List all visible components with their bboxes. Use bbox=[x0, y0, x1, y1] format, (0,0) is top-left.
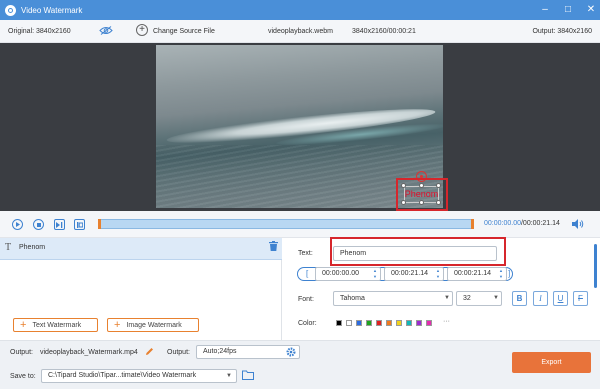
output-resolution: Output: 3840x2160 bbox=[532, 27, 592, 35]
source-meta: 3840x2160/00:00:21 bbox=[352, 27, 416, 35]
add-icon[interactable]: + bbox=[136, 24, 148, 36]
chevron-down-icon: ▼ bbox=[226, 373, 232, 379]
color-swatch[interactable] bbox=[396, 320, 402, 326]
export-button[interactable]: Export bbox=[512, 352, 591, 373]
color-label: Color: bbox=[298, 320, 317, 327]
minimize-button[interactable]: – bbox=[540, 5, 550, 15]
play-button[interactable] bbox=[12, 219, 23, 230]
text-label: Text: bbox=[298, 250, 313, 257]
end-time-spinner[interactable]: ▲ ▼ bbox=[498, 268, 504, 280]
color-swatch[interactable] bbox=[416, 320, 422, 326]
timecode: 00:00:00.00/00:00:21.14 bbox=[484, 219, 560, 229]
stop-button[interactable] bbox=[33, 219, 44, 230]
preview-area bbox=[0, 43, 600, 211]
info-bar: Original: 3840x2160 + Change Source File… bbox=[0, 20, 600, 43]
add-text-watermark-button[interactable]: + Text Watermark bbox=[13, 318, 98, 332]
save-to-label: Save to: bbox=[10, 373, 36, 380]
plus-icon: + bbox=[20, 318, 27, 331]
bold-button[interactable]: B bbox=[512, 291, 527, 306]
start-time-spinner[interactable]: ▲ ▼ bbox=[372, 268, 378, 280]
add-text-watermark-label: Text Watermark bbox=[32, 321, 82, 329]
gear-icon[interactable] bbox=[286, 347, 296, 357]
change-source-file-button[interactable]: Change Source File bbox=[153, 28, 215, 35]
maximize-button[interactable]: □ bbox=[563, 5, 573, 15]
color-swatch[interactable] bbox=[366, 320, 372, 326]
chevron-down-icon: ▼ bbox=[444, 295, 450, 301]
color-swatch[interactable] bbox=[426, 320, 432, 326]
font-label: Font: bbox=[298, 296, 314, 303]
edit-pencil-icon[interactable] bbox=[145, 347, 154, 356]
set-end-icon bbox=[76, 221, 83, 228]
clip-end-button[interactable] bbox=[74, 219, 85, 230]
watermark-list-panel: T Phenom + Text Watermark + Image Waterm… bbox=[0, 238, 282, 340]
source-filename: videoplayback.webm bbox=[268, 27, 333, 35]
color-swatch[interactable] bbox=[386, 320, 392, 326]
eye-icon[interactable] bbox=[99, 26, 113, 35]
highlight-box bbox=[330, 237, 506, 266]
color-swatch[interactable] bbox=[336, 320, 342, 326]
color-swatch[interactable] bbox=[406, 320, 412, 326]
scrollbar[interactable] bbox=[594, 244, 597, 288]
folder-icon[interactable] bbox=[242, 370, 254, 380]
title-bar: Video Watermark – □ ✕ bbox=[0, 0, 600, 20]
list-item[interactable]: T Phenom bbox=[0, 238, 282, 260]
text-type-icon: T bbox=[5, 242, 12, 253]
duration-spinner[interactable]: ▲ ▼ bbox=[435, 268, 441, 280]
output-filename: videoplayback_Watermark.mp4 bbox=[40, 349, 138, 356]
range-end-bracket: ] bbox=[508, 269, 511, 278]
underline-button[interactable]: U bbox=[553, 291, 568, 306]
more-colors-button[interactable]: ··· bbox=[443, 318, 450, 325]
set-start-icon bbox=[56, 221, 63, 228]
color-swatch[interactable] bbox=[346, 320, 352, 326]
color-swatch[interactable] bbox=[376, 320, 382, 326]
chevron-down-icon: ▼ bbox=[493, 295, 499, 301]
stop-icon bbox=[36, 222, 41, 227]
trim-end-handle[interactable] bbox=[471, 219, 474, 229]
output-label: Output: bbox=[10, 349, 33, 356]
volume-icon[interactable] bbox=[572, 219, 584, 229]
output-format-field: Auto;24fps bbox=[196, 345, 300, 359]
original-resolution: Original: 3840x2160 bbox=[8, 27, 71, 35]
save-path-select[interactable]: C:\Tipard Studio\Tipar...timate\Video Wa… bbox=[41, 369, 237, 383]
font-select[interactable]: Tahoma bbox=[333, 291, 453, 306]
playback-bar: 00:00:00.00/00:00:21.14 bbox=[0, 211, 600, 238]
clip-start-button[interactable] bbox=[54, 219, 65, 230]
italic-button[interactable]: I bbox=[533, 291, 548, 306]
app-logo-icon bbox=[5, 4, 16, 16]
highlight-box bbox=[396, 178, 448, 211]
strikethrough-button[interactable]: F bbox=[573, 291, 588, 306]
plus-icon: + bbox=[114, 318, 121, 331]
window-title: Video Watermark bbox=[21, 5, 83, 15]
output-format-label: Output: bbox=[167, 349, 190, 356]
watermark-layer-name: Phenom bbox=[19, 244, 46, 251]
trim-start-handle[interactable] bbox=[98, 219, 101, 229]
trash-icon[interactable] bbox=[269, 241, 278, 251]
timeline-track[interactable] bbox=[98, 219, 474, 229]
total-time: /00:00:21.14 bbox=[520, 220, 560, 227]
current-time: 00:00:00.00 bbox=[484, 220, 521, 227]
color-swatch[interactable] bbox=[356, 320, 362, 326]
range-start-bracket: [ bbox=[306, 269, 309, 278]
play-icon bbox=[16, 222, 20, 227]
add-image-watermark-label: Image Watermark bbox=[126, 321, 182, 329]
close-button[interactable]: ✕ bbox=[586, 5, 596, 15]
add-image-watermark-button[interactable]: + Image Watermark bbox=[107, 318, 199, 332]
